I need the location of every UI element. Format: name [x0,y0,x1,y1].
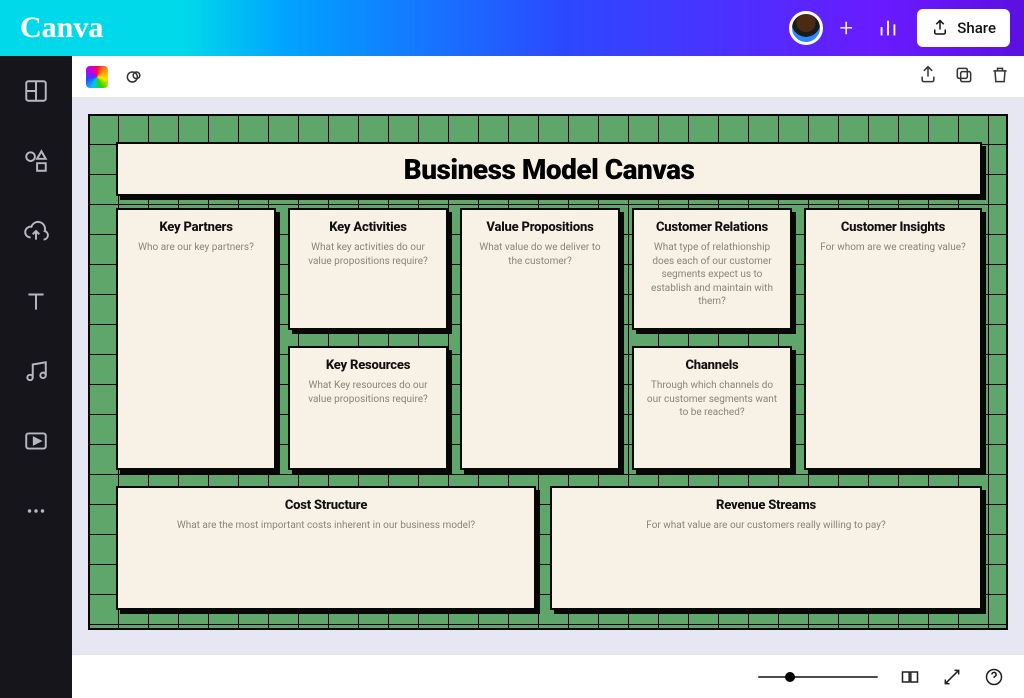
delete-page-button[interactable] [990,65,1010,89]
uploads-tab[interactable] [23,218,49,244]
circle-overlap-icon [124,67,144,87]
cell-title: Key Activities [329,220,407,235]
cell-title: Cost Structure [285,498,367,513]
cell-customer-insights[interactable]: Customer Insights For whom are we creati… [804,208,982,470]
cell-cost-structure[interactable]: Cost Structure What are the most importa… [116,486,536,610]
bottom-bar [72,654,1024,698]
grid-view-button[interactable] [900,667,920,687]
help-icon [984,667,1004,687]
cell-hint: What are the most important costs inhere… [177,519,475,533]
insights-button[interactable] [869,9,907,47]
music-icon [23,358,49,384]
canva-logo[interactable]: Canva [20,11,103,45]
fullscreen-button[interactable] [942,667,962,687]
artboard[interactable]: Business Model Canvas Key Partners Who a… [88,114,1008,630]
trash-icon [990,65,1010,85]
color-picker-chip[interactable] [86,66,108,88]
chart-bar-icon [877,17,899,39]
cell-key-activities[interactable]: Key Activities What key activities do ou… [288,208,448,330]
export-button[interactable] [918,65,938,89]
duplicate-page-button[interactable] [954,65,974,89]
shapes-icon [23,148,49,174]
share-button[interactable]: Share [917,9,1010,47]
text-icon [23,288,49,314]
cell-title: Key Resources [326,358,410,373]
grid-icon [900,667,920,687]
more-tab[interactable] [23,498,49,524]
cell-title: Customer Insights [841,220,945,235]
cell-key-resources[interactable]: Key Resources What Key resources do our … [288,346,448,470]
cell-key-partners[interactable]: Key Partners Who are our key partners? [116,208,276,470]
share-label: Share [957,19,996,37]
avatar[interactable] [789,11,823,45]
left-rail [0,56,72,698]
canvas-title-box[interactable]: Business Model Canvas [116,142,982,196]
zoom-handle[interactable] [785,672,795,682]
elements-tab[interactable] [23,148,49,174]
cell-hint: For whom are we creating value? [820,241,966,255]
videos-tab[interactable] [23,428,49,454]
cell-hint: Who are our key partners? [138,241,254,255]
expand-icon [942,667,962,687]
context-toolbar [72,56,1024,98]
cell-title: Key Partners [159,220,232,235]
cell-hint: Through which channels do our customer s… [644,379,780,420]
cell-title: Value Propositions [486,220,593,235]
cell-hint: What Key resources do our value proposit… [300,379,436,406]
cell-title: Revenue Streams [716,498,816,513]
audio-tab[interactable] [23,358,49,384]
cell-channels[interactable]: Channels Through which channels do our c… [632,346,792,470]
create-design-button[interactable]: + [833,11,859,45]
templates-tab[interactable] [23,78,49,104]
copy-icon [954,65,974,85]
share-out-icon [918,65,938,85]
text-tab[interactable] [23,288,49,314]
cloud-upload-icon [23,218,49,244]
brand-header: Canva + Share [0,0,1024,56]
zoom-slider[interactable] [758,676,878,678]
header-actions: + Share [789,9,1010,47]
cell-hint: What value do we deliver to the customer… [472,241,608,268]
stage[interactable]: Business Model Canvas Key Partners Who a… [72,98,1024,654]
cell-title: Customer Relations [656,220,768,235]
effects-button[interactable] [124,67,144,87]
help-button[interactable] [984,667,1004,687]
cell-customer-relations[interactable]: Customer Relations What type of relathio… [632,208,792,330]
cell-hint: For what value are our customers really … [646,519,885,533]
cell-title: Channels [685,358,738,373]
cell-revenue-streams[interactable]: Revenue Streams For what value are our c… [550,486,982,610]
cell-value-propositions[interactable]: Value Propositions What value do we deli… [460,208,620,470]
video-icon [23,428,49,454]
upload-icon [931,19,949,37]
dots-icon [23,498,49,524]
cell-hint: What key activities do our value proposi… [300,241,436,268]
cell-hint: What type of relathionship does each of … [644,241,780,309]
layout-icon [23,78,49,104]
canvas-title: Business Model Canvas [404,153,695,186]
